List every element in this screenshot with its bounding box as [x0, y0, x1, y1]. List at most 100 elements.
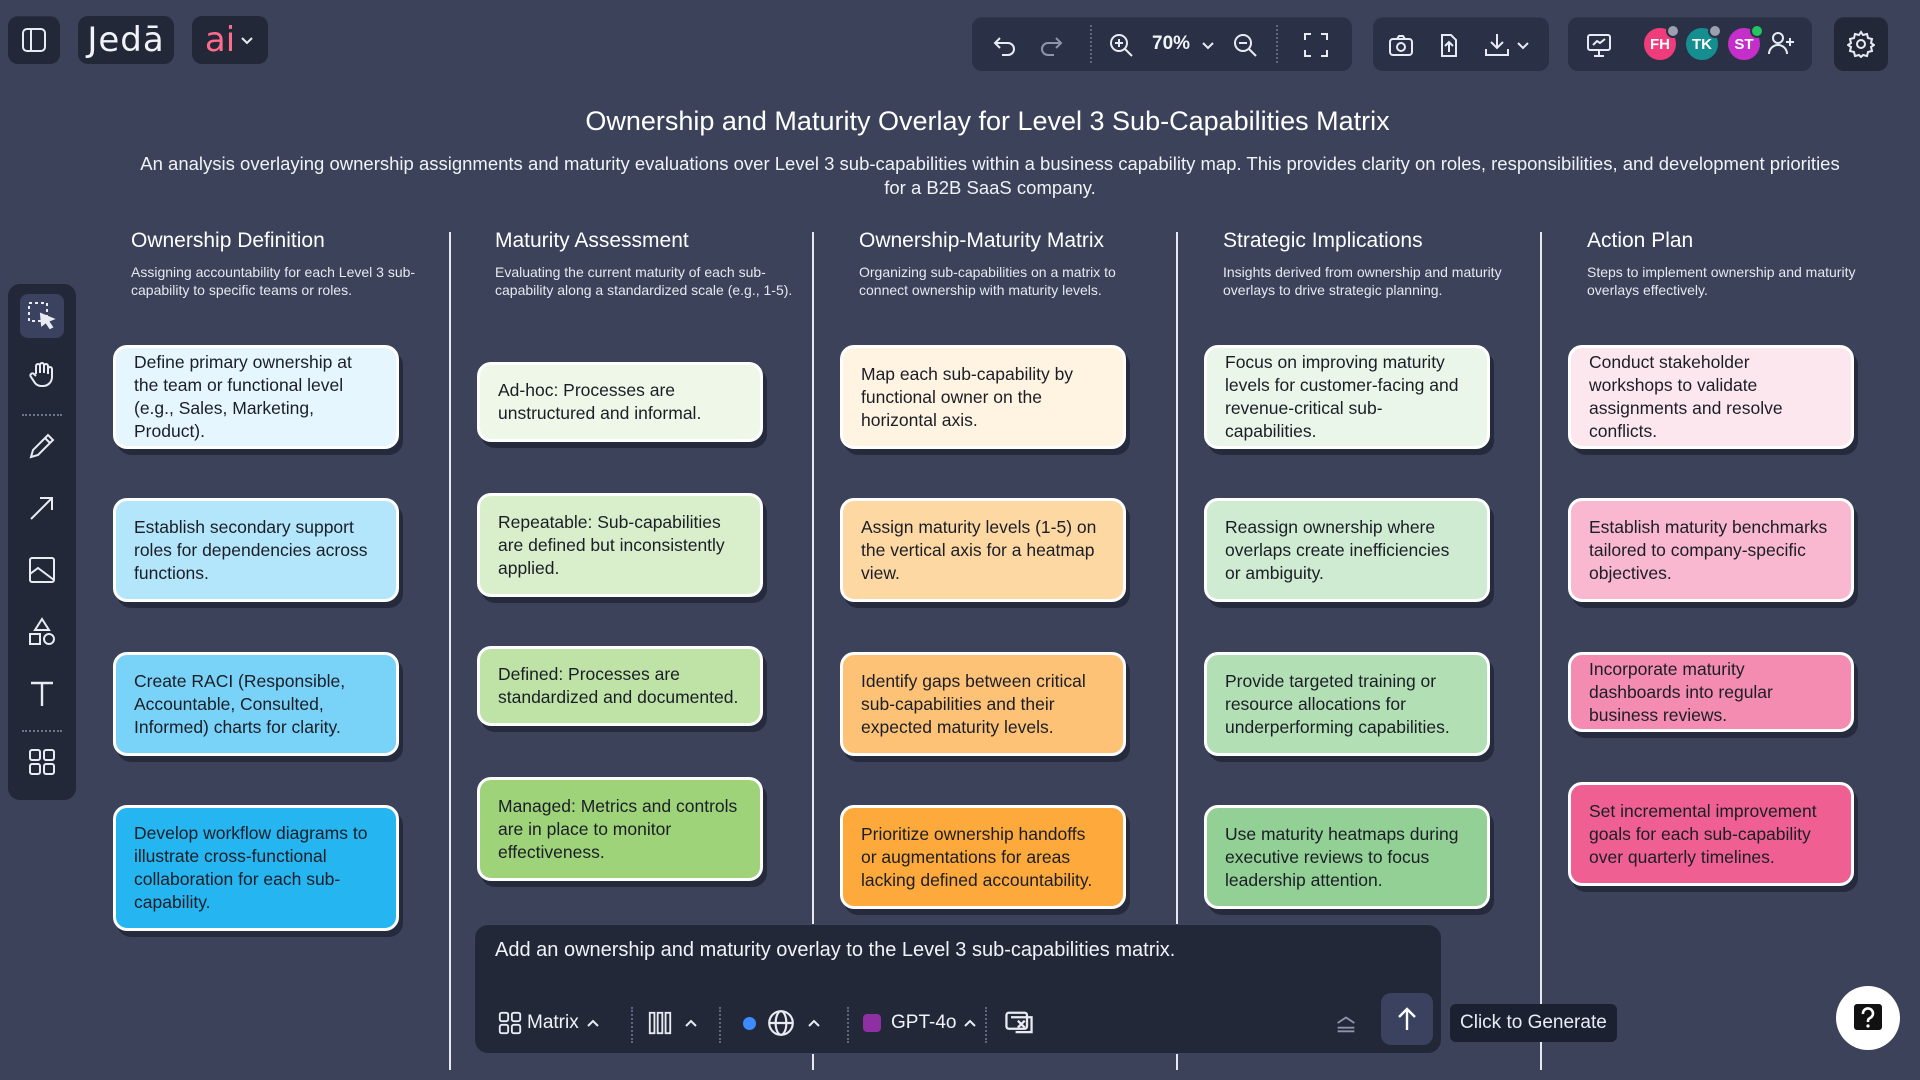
column-header-matrix: Ownership-Maturity Matrix Organizing sub…: [859, 229, 1159, 299]
column-subtitle: Steps to implement ownership and maturit…: [1587, 264, 1856, 298]
arrow-tool-button[interactable]: [20, 486, 64, 530]
card-matrix-2[interactable]: Assign maturity levels (1-5) on the vert…: [840, 498, 1126, 602]
download-icon: [1485, 34, 1509, 56]
card-ownership-4[interactable]: Develop workflow diagrams to illustrate …: [113, 805, 399, 931]
text-icon: [31, 681, 53, 706]
card-matrix-3[interactable]: Identify gaps between critical sub-capab…: [840, 652, 1126, 756]
card-strategic-3[interactable]: Provide targeted training or resource al…: [1204, 652, 1490, 756]
avatar[interactable]: TK: [1684, 24, 1722, 62]
avatar[interactable]: ST: [1726, 24, 1764, 62]
generate-button[interactable]: [1381, 993, 1433, 1045]
ai-menu-button[interactable]: ai: [192, 16, 268, 64]
card-action-2[interactable]: Establish maturity benchmarks tailored t…: [1568, 498, 1854, 602]
grid-icon: [29, 749, 55, 775]
column-header-strategic: Strategic Implications Insights derived …: [1223, 229, 1523, 299]
card-strategic-2[interactable]: Reassign ownership where overlaps create…: [1204, 498, 1490, 602]
card-maturity-2[interactable]: Repeatable: Sub-capabilities are defined…: [477, 493, 763, 597]
globe-icon: [768, 1010, 794, 1036]
share-button[interactable]: [1433, 29, 1463, 61]
zoom-in-icon: [1110, 34, 1133, 57]
app-logo[interactable]: Jedā: [78, 16, 174, 64]
card-text: Prioritize ownership handoffs or augment…: [861, 823, 1093, 890]
card-action-3[interactable]: Incorporate maturity dashboards into reg…: [1568, 652, 1854, 732]
stack-icon: [1337, 1016, 1355, 1033]
card-text: Establish secondary support roles for de…: [134, 516, 368, 583]
divider: [985, 1007, 988, 1043]
sidebar-toggle-button[interactable]: [8, 16, 60, 64]
card-action-4[interactable]: Set incremental improvement goals for ea…: [1568, 782, 1854, 886]
download-button[interactable]: [1479, 29, 1535, 61]
help-button[interactable]: [1836, 986, 1900, 1050]
columns-icon: [648, 1011, 672, 1035]
context-button[interactable]: [1003, 1003, 1035, 1043]
templates-tool-button[interactable]: [20, 740, 64, 784]
card-strategic-1[interactable]: Focus on improving maturity levels for c…: [1204, 345, 1490, 449]
card-text: Use maturity heatmaps during executive r…: [1225, 823, 1459, 890]
presentation-icon: [1587, 34, 1611, 57]
card-maturity-4[interactable]: Managed: Metrics and controls are in pla…: [477, 777, 763, 881]
column-header-action: Action Plan Steps to implement ownership…: [1587, 229, 1887, 299]
divider: [847, 1007, 850, 1043]
card-ownership-3[interactable]: Create RACI (Responsible, Accountable, C…: [113, 652, 399, 756]
zoom-dropdown[interactable]: 70%: [1152, 31, 1218, 59]
card-ownership-2[interactable]: Establish secondary support roles for de…: [113, 498, 399, 602]
screenshot-button[interactable]: [1385, 30, 1417, 60]
card-matrix-4[interactable]: Prioritize ownership handoffs or augment…: [840, 805, 1126, 909]
zoom-out-icon: [1234, 34, 1257, 57]
card-text: Assign maturity levels (1-5) on the vert…: [861, 516, 1097, 583]
select-tool-button[interactable]: [20, 294, 64, 338]
card-text: Create RACI (Responsible, Accountable, C…: [134, 670, 346, 737]
card-text: Develop workflow diagrams to illustrate …: [134, 823, 368, 912]
matrix-icon: [498, 1011, 522, 1035]
divider: [22, 730, 62, 732]
status-dot: [743, 1016, 756, 1030]
shapes-tool-button[interactable]: [20, 610, 64, 654]
web-search-toggle[interactable]: [743, 1003, 822, 1043]
avatar[interactable]: FH: [1642, 24, 1680, 62]
card-maturity-1[interactable]: Ad-hoc: Processes are unstructured and i…: [477, 362, 763, 442]
column-divider: [1540, 232, 1542, 1070]
card-ownership-1[interactable]: Define primary ownership at the team or …: [113, 345, 399, 449]
ai-label: ai: [204, 20, 236, 60]
collapse-button[interactable]: [1333, 1003, 1359, 1043]
model-selector[interactable]: GPT-4o: [863, 1003, 978, 1043]
hand-icon: [29, 362, 53, 387]
zoom-out-button[interactable]: [1230, 30, 1260, 60]
card-text: Set incremental improvement goals for ea…: [1589, 800, 1817, 867]
card-text: Repeatable: Sub-capabilities are defined…: [498, 511, 725, 578]
column-title: Strategic Implications: [1223, 229, 1423, 252]
invite-user-button[interactable]: [1766, 28, 1796, 58]
card-maturity-3[interactable]: Defined: Processes are standardized and …: [477, 646, 763, 726]
layout-selector[interactable]: [647, 1003, 699, 1043]
pen-tool-button[interactable]: [20, 424, 64, 468]
zoom-in-button[interactable]: [1106, 30, 1136, 60]
image-tool-button[interactable]: [20, 548, 64, 592]
hand-tool-button[interactable]: [20, 352, 64, 396]
undo-button[interactable]: [990, 30, 1020, 60]
prompt-input[interactable]: Add an ownership and maturity overlay to…: [495, 939, 1175, 962]
presentation-button[interactable]: [1584, 30, 1614, 60]
card-strategic-4[interactable]: Use maturity heatmaps during executive r…: [1204, 805, 1490, 909]
text-tool-button[interactable]: [20, 672, 64, 716]
redo-icon: [1041, 37, 1063, 56]
column-title: Ownership-Maturity Matrix: [859, 229, 1105, 252]
diagram-type-selector[interactable]: Matrix: [497, 1003, 601, 1043]
card-action-1[interactable]: Conduct stakeholder workshops to validat…: [1568, 345, 1854, 449]
undo-icon: [993, 37, 1015, 56]
card-text: Establish maturity benchmarks tailored t…: [1589, 516, 1828, 583]
card-text: Provide targeted training or resource al…: [1225, 670, 1450, 737]
ai-prompt-panel: Add an ownership and maturity overlay to…: [474, 924, 1442, 1054]
redo-button[interactable]: [1036, 30, 1066, 60]
chevron-up-icon: [964, 1019, 977, 1027]
column-header-ownership: Ownership Definition Assigning accountab…: [131, 229, 431, 299]
column-subtitle: Insights derived from ownership and matu…: [1223, 264, 1502, 298]
divider: [719, 1007, 722, 1043]
card-matrix-1[interactable]: Map each sub-capability by functional ow…: [840, 345, 1126, 449]
add-user-icon: [1768, 32, 1794, 55]
chevron-down-icon: [241, 37, 253, 45]
help-icon: [1854, 1004, 1882, 1030]
status-dot: [1750, 24, 1764, 38]
fit-screen-button[interactable]: [1300, 29, 1332, 61]
generate-tooltip: Click to Generate: [1450, 1004, 1617, 1042]
settings-button[interactable]: [1834, 17, 1888, 71]
